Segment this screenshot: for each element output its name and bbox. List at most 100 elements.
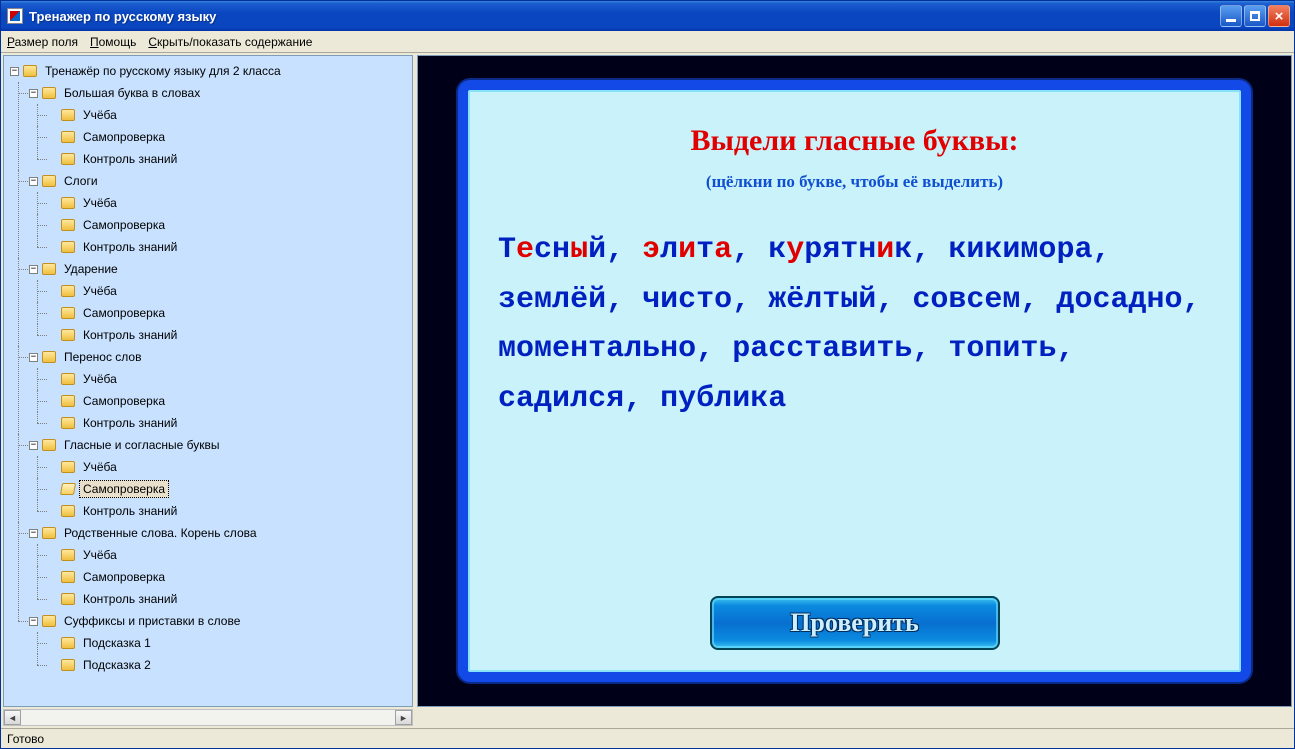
letter[interactable]: м [1020, 233, 1038, 267]
tree-item-label[interactable]: Подсказка 1 [79, 634, 155, 652]
letter[interactable]: к [768, 233, 786, 267]
collapse-icon[interactable]: − [29, 617, 38, 626]
tree-item[interactable]: Самопроверка [48, 126, 412, 148]
word[interactable]: моментально [498, 332, 696, 366]
letter[interactable]: н [858, 233, 876, 267]
menu-help[interactable]: Помощь [90, 35, 136, 49]
tree-item-label[interactable]: Тренажёр по русскому языку для 2 класса [41, 62, 285, 80]
tree-item[interactable]: Учёба [48, 280, 412, 302]
word[interactable]: публика [660, 382, 786, 416]
letter[interactable]: в [948, 283, 966, 317]
collapse-icon[interactable]: − [29, 177, 38, 186]
tree-item-label[interactable]: Контроль знаний [79, 238, 181, 256]
letter[interactable]: я [822, 233, 840, 267]
collapse-icon[interactable]: − [29, 265, 38, 274]
titlebar[interactable]: Тренажер по русскому языку × [1, 1, 1294, 31]
tree-item-label[interactable]: Контроль знаний [79, 414, 181, 432]
letter[interactable]: р [804, 233, 822, 267]
word[interactable]: Тесный [498, 233, 606, 267]
letter[interactable]: м [534, 332, 552, 366]
letter[interactable]: к [750, 382, 768, 416]
letter[interactable]: д [534, 382, 552, 416]
letter[interactable]: л [570, 382, 588, 416]
tree-item[interactable]: Самопроверка [48, 566, 412, 588]
letter[interactable]: Т [498, 233, 516, 267]
lesson-words[interactable]: Тесный, элита, курятник, кикимора, землё… [492, 226, 1217, 424]
tree-h-scrollbar[interactable]: ◄ ► [3, 709, 413, 726]
tree-item-label[interactable]: Гласные и согласные буквы [60, 436, 224, 454]
letter[interactable]: о [714, 283, 732, 317]
tree-item-label[interactable]: Самопроверка [79, 480, 169, 498]
collapse-icon[interactable]: − [29, 441, 38, 450]
tree-item[interactable]: Подсказка 1 [48, 632, 412, 654]
letter[interactable]: и [876, 233, 894, 267]
tree-item-label[interactable]: Учёба [79, 106, 121, 124]
letter[interactable]: а [822, 332, 840, 366]
menu-field-size[interactable]: Размер поля [7, 35, 78, 49]
letter[interactable]: з [498, 283, 516, 317]
letter[interactable]: ь [894, 332, 912, 366]
letter[interactable]: е [984, 283, 1002, 317]
tree-item-label[interactable]: Родственные слова. Корень слова [60, 524, 261, 542]
tree-item[interactable]: Самопроверка [48, 478, 412, 500]
letter[interactable]: и [552, 382, 570, 416]
tree-item[interactable]: Учёба [48, 456, 412, 478]
tree-item[interactable]: Контроль знаний [48, 412, 412, 434]
letter[interactable]: л [624, 332, 642, 366]
tree-item[interactable]: Контроль знаний [48, 500, 412, 522]
letter[interactable]: а [606, 332, 624, 366]
word[interactable]: кикимора [948, 233, 1092, 267]
letter[interactable]: с [912, 283, 930, 317]
letter[interactable]: ё [570, 283, 588, 317]
tree-item-label[interactable]: Учёба [79, 546, 121, 564]
letter[interactable]: у [786, 233, 804, 267]
tree-item-label[interactable]: Ударение [60, 260, 122, 278]
letter[interactable]: и [1002, 332, 1020, 366]
tree-item-label[interactable]: Учёба [79, 370, 121, 388]
tree-item[interactable]: Контроль знаний [48, 148, 412, 170]
word[interactable]: жёлтый [768, 283, 876, 317]
letter[interactable]: а [516, 382, 534, 416]
letter[interactable]: о [1038, 233, 1056, 267]
letter[interactable]: и [966, 233, 984, 267]
tree-item[interactable]: Учёба [48, 104, 412, 126]
tree-item[interactable]: − Перенос слов [29, 346, 412, 368]
collapse-icon[interactable]: − [29, 529, 38, 538]
letter[interactable]: ы [840, 283, 858, 317]
letter[interactable]: я [606, 382, 624, 416]
letter[interactable]: о [516, 332, 534, 366]
letter[interactable]: о [966, 332, 984, 366]
tree-item-label[interactable]: Контроль знаний [79, 150, 181, 168]
letter[interactable]: с [768, 332, 786, 366]
letter[interactable]: л [804, 283, 822, 317]
letter[interactable]: л [552, 283, 570, 317]
letter[interactable]: с [498, 382, 516, 416]
letter[interactable]: а [750, 332, 768, 366]
tree-item[interactable]: Самопроверка [48, 302, 412, 324]
tree-item-label[interactable]: Перенос слов [60, 348, 145, 366]
tree-item-label[interactable]: Контроль знаний [79, 326, 181, 344]
letter[interactable]: т [696, 233, 714, 267]
letter[interactable]: т [696, 283, 714, 317]
letter[interactable]: р [1056, 233, 1074, 267]
tree-item[interactable]: − Ударение [29, 258, 412, 280]
tree-item[interactable]: − Родственные слова. Корень слова [29, 522, 412, 544]
letter[interactable]: ы [570, 233, 588, 267]
close-button[interactable]: × [1268, 5, 1290, 27]
letter[interactable]: м [498, 332, 516, 366]
tree-item-label[interactable]: Учёба [79, 282, 121, 300]
letter[interactable]: п [984, 332, 1002, 366]
letter[interactable]: л [660, 233, 678, 267]
letter[interactable]: н [1147, 283, 1165, 317]
collapse-icon[interactable]: − [29, 353, 38, 362]
letter[interactable]: к [948, 233, 966, 267]
letter[interactable]: б [696, 382, 714, 416]
tree-item[interactable]: Учёба [48, 192, 412, 214]
tree-item[interactable]: Самопроверка [48, 214, 412, 236]
letter[interactable]: в [840, 332, 858, 366]
letter[interactable]: т [840, 233, 858, 267]
letter[interactable]: а [714, 233, 732, 267]
word[interactable]: элита [642, 233, 732, 267]
letter[interactable]: т [876, 332, 894, 366]
tree-item[interactable]: −Тренажёр по русскому языку для 2 класса [10, 60, 412, 82]
